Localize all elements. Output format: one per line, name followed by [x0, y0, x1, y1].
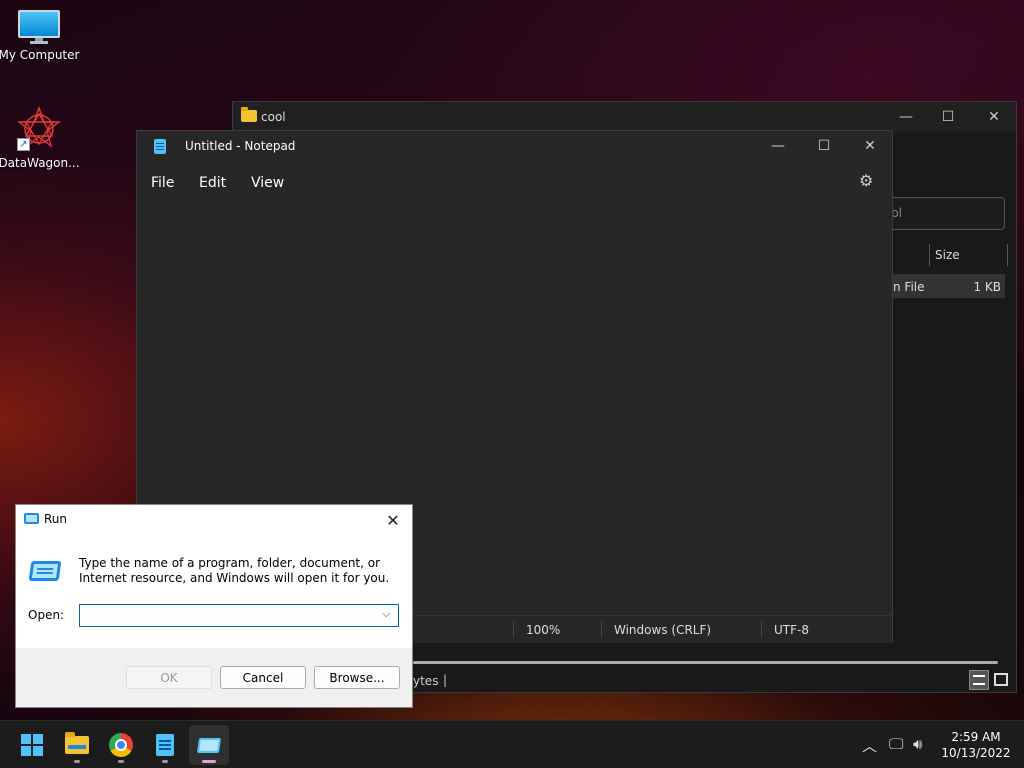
taskbar: ︿ 🖵 🔊︎ 2:59 AM 10/13/2022	[0, 720, 1024, 768]
folder-icon	[241, 107, 257, 122]
run-large-icon	[28, 561, 62, 581]
network-icon[interactable]: 🖵	[889, 735, 903, 753]
open-label: Open:	[28, 608, 65, 622]
close-button[interactable]: ✕	[847, 131, 893, 161]
run-icon	[196, 737, 222, 753]
monitor-icon	[18, 10, 60, 44]
run-title: Run	[44, 512, 68, 526]
browse-button[interactable]: Browse...	[314, 666, 400, 689]
run-description: Type the name of a program, folder, docu…	[79, 556, 390, 585]
ok-button[interactable]: OK	[126, 666, 212, 689]
line-ending: Windows (CRLF)	[614, 623, 712, 637]
start-button[interactable]	[12, 725, 52, 765]
taskbar-chrome[interactable]	[101, 725, 141, 765]
horizontal-scrollbar[interactable]	[413, 661, 998, 664]
close-button[interactable]: ✕	[380, 507, 406, 533]
column-header-row: Size	[893, 240, 1008, 268]
desktop-icon-label: DataWagon...	[0, 156, 80, 170]
explorer-title: cool	[261, 110, 286, 124]
notepad-title: Untitled - Notepad	[185, 139, 296, 153]
datawagon-icon: ↗	[16, 105, 62, 152]
volume-icon[interactable]: 🔊︎	[913, 735, 922, 753]
minimize-button[interactable]: —	[883, 102, 929, 132]
file-size: 1 KB	[973, 280, 1001, 294]
maximize-button[interactable]: ☐	[925, 102, 971, 132]
taskbar-file-explorer[interactable]	[57, 725, 97, 765]
clock-time: 2:59 AM	[951, 730, 1001, 744]
chrome-icon	[109, 733, 133, 757]
explorer-titlebar[interactable]: cool — ☐ ✕	[233, 102, 1016, 132]
tiles-view-button[interactable]	[991, 670, 1011, 690]
cancel-button[interactable]: Cancel	[220, 666, 306, 689]
clock-date: 10/13/2022	[941, 746, 1011, 760]
menu-view[interactable]: View	[251, 175, 284, 191]
desktop-icon-my-computer[interactable]: My Computer	[0, 10, 81, 62]
notepad-icon	[156, 734, 174, 756]
shortcut-arrow-icon: ↗	[17, 138, 30, 151]
notepad-icon	[154, 139, 166, 154]
taskbar-run[interactable]	[189, 725, 229, 765]
run-dialog[interactable]: Run ✕ Type the name of a program, folder…	[15, 504, 413, 708]
run-icon	[24, 513, 39, 524]
taskbar-notepad[interactable]	[145, 725, 185, 765]
status-text: ytes	[413, 674, 439, 688]
open-combobox-input[interactable]	[79, 604, 399, 627]
folder-icon	[65, 732, 89, 754]
desktop-icon-datawagon[interactable]: ↗ DataWagon...	[0, 105, 81, 170]
zoom-level: 100%	[526, 623, 561, 637]
maximize-button[interactable]: ☐	[801, 131, 847, 161]
clock[interactable]: 2:59 AM 10/13/2022	[940, 729, 1012, 761]
close-button[interactable]: ✕	[971, 102, 1017, 132]
menu-edit[interactable]: Edit	[199, 175, 226, 191]
desktop-icon-label: My Computer	[0, 48, 80, 62]
chevron-up-icon[interactable]: ︿	[862, 735, 877, 756]
details-view-button[interactable]	[969, 670, 989, 690]
encoding: UTF-8	[774, 623, 809, 637]
file-type: n File	[893, 280, 925, 294]
minimize-button[interactable]: —	[755, 131, 801, 161]
menu-file[interactable]: File	[151, 175, 174, 191]
chevron-down-icon[interactable]: ⌵	[382, 607, 390, 621]
windows-logo-icon	[21, 734, 43, 756]
settings-gear-icon[interactable]: ⚙	[859, 171, 873, 190]
column-header-size[interactable]: Size	[935, 248, 960, 262]
file-row[interactable]: n File 1 KB	[893, 274, 1005, 298]
run-footer: OK Cancel Browse...	[16, 648, 412, 707]
